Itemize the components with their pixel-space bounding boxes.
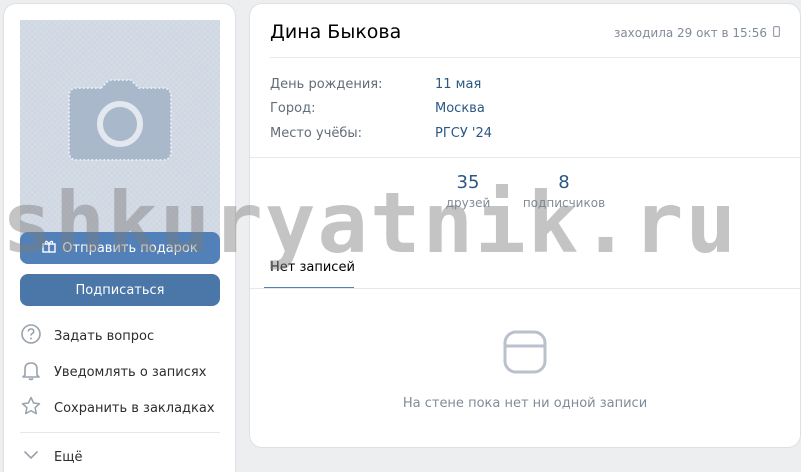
followers-counter[interactable]: 8 подписчиков [516,172,612,210]
star-icon [20,395,42,421]
followers-count: 8 [558,172,570,193]
ask-question-label: Задать вопрос [54,328,155,344]
notify-posts-label: Уведомлять о записях [54,364,207,380]
send-gift-button[interactable]: Отправить подарок [20,232,220,264]
education-value[interactable]: РГСУ '24 [435,126,492,141]
city-label: Город: [270,101,316,116]
send-gift-label: Отправить подарок [62,240,198,256]
birthday-value[interactable]: 11 мая [435,77,481,92]
notify-posts-item[interactable]: Уведомлять о записях [20,357,220,387]
empty-wall-icon [502,329,548,375]
education-label: Место учёбы: [270,126,363,141]
gift-icon [42,239,56,257]
profile-avatar-placeholder[interactable] [20,20,220,260]
save-bookmark-item[interactable]: Сохранить в закладках [20,393,220,423]
more-item[interactable]: Ещё [20,442,220,472]
friends-counter[interactable]: 35 друзей [440,172,496,210]
birthday-label: День рождения: [270,77,383,92]
bell-icon [20,359,42,385]
mobile-phone-icon [773,26,781,40]
subscribe-label: Подписаться [75,282,165,298]
city-value[interactable]: Москва [435,101,485,116]
camera-icon [67,78,173,162]
tabs-divider [250,288,800,289]
subscribe-button[interactable]: Подписаться [20,274,220,306]
empty-wall-text: На стене пока нет ни одной записи [402,396,648,411]
chevron-down-icon [20,444,42,470]
save-bookmark-label: Сохранить в закладках [54,400,215,416]
ask-question-item[interactable]: Задать вопрос [20,321,220,351]
menu-divider [20,432,220,433]
header-divider [270,57,800,58]
right-profile-card: Дина Быкова заходила 29 окт в 15:56 День… [250,4,800,447]
question-icon [20,323,42,349]
info-divider [250,157,800,158]
left-profile-card: Отправить подарок Подписаться Задать воп… [4,4,235,472]
more-label: Ещё [54,449,83,465]
last-seen-status: заходила 29 окт в 15:56 [613,26,781,40]
profile-name: Дина Быкова [270,21,402,43]
followers-label: подписчиков [522,196,606,210]
friends-label: друзей [445,196,491,210]
last-seen-text: заходила 29 окт в 15:56 [613,26,767,40]
friends-count: 35 [456,172,480,193]
tab-no-posts[interactable]: Нет записей [270,260,355,275]
